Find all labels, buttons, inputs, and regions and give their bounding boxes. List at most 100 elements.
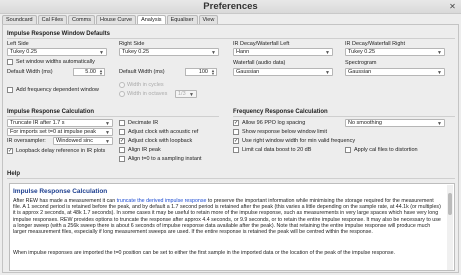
window-title: Preferences [203, 1, 258, 12]
preferences-window: Preferences ✕ Soundcard Cal Files Comms … [0, 0, 461, 275]
align-t0-checkbox[interactable] [119, 156, 125, 162]
adjust-loopback-label: Adjust clock with loopback [128, 138, 193, 144]
left-side-value: Tukey 0.25 [10, 49, 38, 55]
decay-right-value: Tukey 0.25 [348, 49, 376, 55]
freq-dependent-checkbox[interactable] [7, 87, 13, 93]
spectrogram-select[interactable]: Gaussian ▼ [345, 68, 445, 76]
limit-cal-checkbox[interactable] [233, 147, 239, 153]
adjust-acoustic-label: Adjust clock with acoustic ref [128, 129, 199, 135]
tab-soundcard[interactable]: Soundcard [2, 15, 37, 24]
right-side-value: Tukey 0.25 [122, 49, 150, 55]
divider [233, 116, 455, 117]
chevron-down-icon: ▼ [99, 50, 104, 56]
use-right-label: Use right window width for min valid fre… [242, 138, 356, 144]
oversampler-label: IR oversampler: [7, 138, 46, 144]
smoothing-value: No smoothing [348, 120, 382, 126]
help-text: to preserve the important information wh… [13, 198, 441, 236]
use-right-checkbox[interactable]: ✓ [233, 138, 239, 144]
width-octaves-select[interactable]: 1/3 ▼ [175, 90, 197, 98]
set-auto-checkbox[interactable] [7, 59, 13, 65]
align-peak-checkbox[interactable] [119, 147, 125, 153]
limit-cal-label: Limit cal data boost to 20 dB [242, 147, 312, 153]
width-octaves-radio[interactable] [119, 91, 125, 97]
title-bar: Preferences ✕ [0, 0, 461, 14]
oversampler-select[interactable]: Windowed sinc ▼ [53, 137, 113, 145]
loopback-delay-checkbox[interactable]: ✓ [7, 148, 13, 154]
divider [7, 178, 455, 179]
right-side-select[interactable]: Tukey 0.25 ▼ [119, 48, 219, 56]
truncate-select[interactable]: Truncate IR after 1.7 s ▼ [7, 119, 113, 127]
analysis-panel: Impulse Response Window Defaults Left Si… [2, 24, 459, 273]
align-t0-label: Align t=0 to a sampling instant [128, 156, 202, 162]
help-scrollbar[interactable] [447, 185, 453, 270]
width-octaves-value: 1/3 [178, 91, 186, 97]
help-title: Impulse Response Calculation [13, 188, 108, 195]
freq-dependent-label: Add frequency dependent window [16, 87, 99, 93]
help-text: After REW has made a measurement it can [13, 198, 117, 204]
align-peak-label: Align IR peak [128, 147, 161, 153]
chevron-down-icon: ▼ [437, 50, 442, 56]
chevron-down-icon: ▼ [437, 70, 442, 76]
default-width-left-label: Default Width (ms) [7, 69, 53, 75]
truncate-value: Truncate IR after 1.7 s [10, 120, 65, 126]
adjust-acoustic-checkbox[interactable] [119, 129, 125, 135]
chevron-down-icon: ▼ [325, 70, 330, 76]
chevron-down-icon: ▼ [211, 50, 216, 56]
tab-cal-files[interactable]: Cal Files [37, 15, 68, 24]
width-octaves-label: Width in octaves [127, 91, 168, 97]
waterfall-select[interactable]: Gaussian ▼ [233, 68, 333, 76]
tab-equaliser[interactable]: Equaliser [166, 15, 198, 24]
width-cycles-radio[interactable] [119, 82, 125, 88]
set-auto-label: Set window widths automatically [16, 59, 95, 65]
chevron-down-icon: ▼ [189, 92, 194, 98]
right-side-label: Right Side [119, 41, 145, 47]
smoothing-select[interactable]: No smoothing ▼ [345, 119, 445, 127]
tab-view[interactable]: View [198, 15, 219, 24]
show-below-label: Show response below window limit [242, 129, 327, 135]
tab-analysis[interactable]: Analysis [137, 15, 166, 24]
default-width-right-input[interactable]: 100 ▲ ▼ [185, 68, 217, 76]
tab-bar: Soundcard Cal Files Comms House Curve An… [2, 15, 219, 24]
help-pane[interactable]: Impulse Response Calculation After REW h… [9, 183, 455, 271]
chevron-down-icon: ▼ [105, 139, 110, 145]
help-link[interactable]: truncate the derived impulse response [117, 198, 207, 204]
tab-comms[interactable]: Comms [68, 15, 95, 24]
close-icon[interactable]: ✕ [448, 2, 457, 11]
ir-calc-heading: Impulse Response Calculation [7, 109, 95, 115]
decimate-checkbox[interactable] [119, 120, 125, 126]
chevron-down-icon: ▼ [325, 50, 330, 56]
help-paragraph-2: When impulse responses are imported the … [13, 250, 396, 256]
spinner-icon[interactable]: ▲ ▼ [211, 69, 215, 76]
width-cycles-label: Width in cycles [127, 82, 164, 88]
default-width-left-input[interactable]: 5.00 ▲ ▼ [73, 68, 105, 76]
spectrogram-label: Spectrogram [345, 60, 377, 66]
chevron-down-icon: ▼ [105, 121, 110, 127]
imports-select[interactable]: For imports set t=0 at impulse peak ▼ [7, 128, 113, 136]
loopback-delay-label: Loopback delay reference in IR plots [16, 148, 106, 154]
left-side-select[interactable]: Tukey 0.25 ▼ [7, 48, 107, 56]
adjust-loopback-checkbox[interactable]: ✓ [119, 138, 125, 144]
divider [7, 38, 455, 39]
decay-left-select[interactable]: Hann ▼ [233, 48, 333, 56]
divider [7, 116, 219, 117]
apply-cal-checkbox[interactable] [345, 147, 351, 153]
allow-ppo-label: Allow 96 PPO log spacing [242, 120, 306, 126]
show-below-checkbox[interactable] [233, 129, 239, 135]
default-width-right-value: 100 [198, 69, 208, 75]
tab-house-curve[interactable]: House Curve [95, 15, 137, 24]
help-paragraph-1: After REW has made a measurement it can … [13, 198, 443, 235]
default-width-left-value: 5.00 [85, 69, 96, 75]
oversampler-value: Windowed sinc [56, 138, 93, 144]
allow-ppo-checkbox[interactable]: ✓ [233, 120, 239, 126]
scroll-thumb[interactable] [448, 193, 452, 215]
waterfall-label: Waterfall (audio data) [233, 60, 286, 66]
decay-right-select[interactable]: Tukey 0.25 ▼ [345, 48, 445, 56]
imports-value: For imports set t=0 at impulse peak [10, 129, 97, 135]
default-width-right-label: Default Width (ms) [119, 69, 165, 75]
decay-left-label: IR Decay/Waterfall Left [233, 41, 290, 47]
spinner-icon[interactable]: ▲ ▼ [99, 69, 103, 76]
help-heading: Help [7, 171, 21, 177]
freq-calc-heading: Frequency Response Calculation [233, 109, 328, 115]
left-side-label: Left Side [7, 41, 29, 47]
decay-left-value: Hann [236, 49, 250, 55]
